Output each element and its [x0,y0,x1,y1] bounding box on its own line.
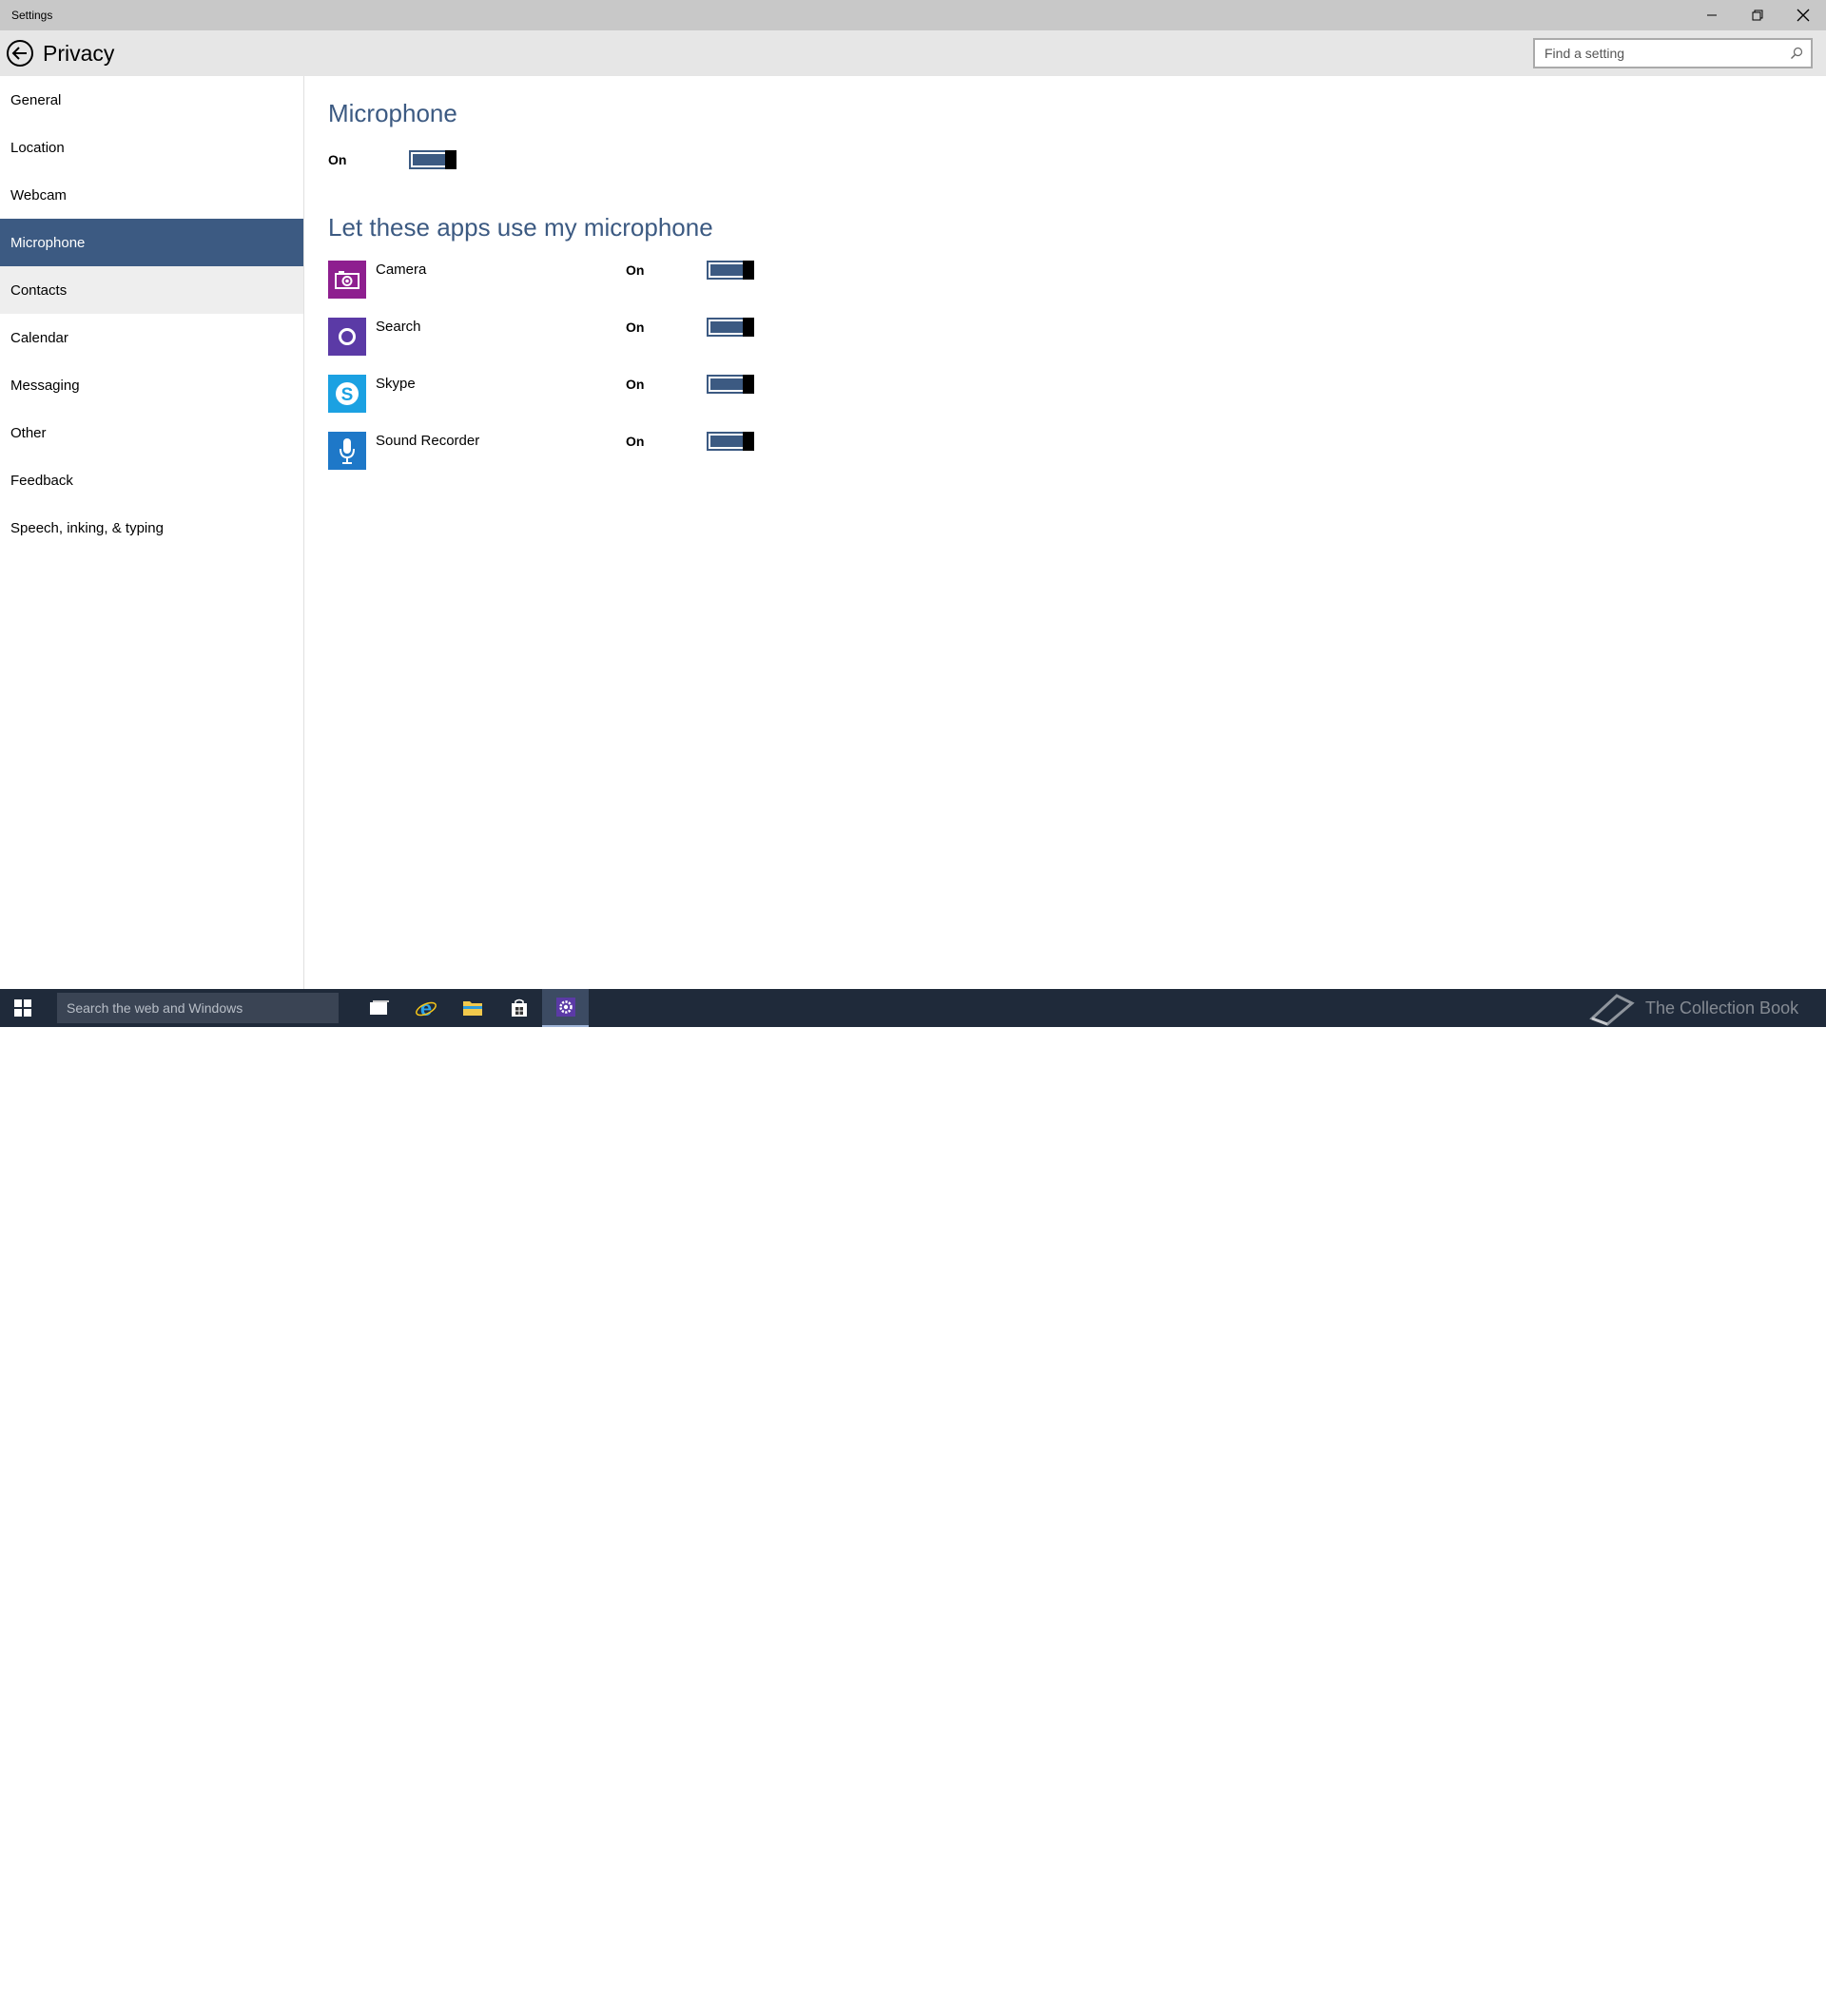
microphone-icon [340,438,355,464]
sidebar-item-other[interactable]: Other [0,409,303,456]
taskbar-search-box[interactable] [57,993,339,1023]
sidebar-item-general[interactable]: General [0,76,303,124]
camera-microphone-toggle[interactable] [707,261,754,280]
restore-icon [1752,10,1763,21]
app-name: Sound Recorder [376,433,480,449]
search-circle-icon [339,328,356,345]
minimize-button[interactable] [1689,0,1735,30]
app-row-camera: Camera On [328,261,785,299]
search-icon[interactable] [1790,47,1803,60]
svg-text:e: e [419,997,431,1019]
store-bag-icon [511,998,527,1017]
sidebar-item-feedback[interactable]: Feedback [0,456,303,504]
network-icon[interactable] [1696,1990,1711,2004]
section-title: Microphone [328,99,457,127]
taskbar-apps: e [356,989,589,1027]
app-toggle-state: On [626,320,645,335]
app-toggle-state: On [626,377,645,392]
microphone-toggle-state: On [328,152,347,167]
app-name: Camera [376,262,427,278]
taskbar-clock[interactable]: 8:57 AM 3/2/2015 [1777,1983,1818,2011]
sidebar-item-messaging[interactable]: Messaging [0,361,303,409]
search-microphone-toggle[interactable] [707,318,754,337]
apps-section-title: Let these apps use my microphone [328,213,713,242]
camera-icon [335,271,359,289]
settings-header: Privacy [0,30,1826,76]
svg-text:S: S [341,385,354,405]
app-row-search: Search On [328,318,785,356]
sidebar-item-calendar[interactable]: Calendar [0,314,303,361]
sound-recorder-app-icon [328,432,366,470]
action-center-icon[interactable] [1747,1990,1762,2004]
taskbar-internet-explorer[interactable]: e [402,989,449,1027]
book-icon [1589,994,1635,1026]
skype-app-icon: S [328,375,366,413]
close-icon [1797,9,1810,22]
clock-date: 3/2/2015 [1777,1998,1818,2009]
folder-icon [462,1001,482,1016]
app-row-skype: S Skype On [328,375,785,413]
windows-logo-icon [14,999,31,1017]
sound-recorder-microphone-toggle[interactable] [707,432,754,451]
window-controls [1689,0,1826,30]
sidebar-item-contacts[interactable]: Contacts [0,266,303,314]
app-toggle-state: On [626,434,645,449]
start-button[interactable] [0,989,46,1027]
privacy-sidebar: General Location Webcam Microphone Conta… [0,76,304,989]
taskbar-settings[interactable] [542,989,589,1027]
taskbar: e [0,989,1826,2009]
taskbar-store[interactable] [495,989,542,1027]
sidebar-item-location[interactable]: Location [0,124,303,171]
watermark: The Collection Book [1588,989,1798,1027]
window-title: Settings [11,9,53,22]
app-row-sound-recorder: Sound Recorder On [328,432,785,470]
page-title: Privacy [43,40,115,66]
app-toggle-state: On [626,262,645,278]
sidebar-item-webcam[interactable]: Webcam [0,171,303,219]
main-content: Microphone On Let these apps use my micr… [328,76,1812,989]
volume-icon[interactable] [1720,1990,1738,2004]
sidebar-item-microphone[interactable]: Microphone [0,219,303,266]
internet-explorer-icon: e [415,997,437,1019]
app-name: Skype [376,376,416,392]
find-setting-search-box[interactable] [1533,38,1813,68]
back-button[interactable] [5,38,35,68]
taskbar-task-view[interactable] [356,989,402,1027]
gear-icon [555,998,575,1017]
minimize-icon [1707,14,1717,16]
find-setting-input[interactable] [1543,45,1780,62]
camera-app-icon [328,261,366,299]
close-button[interactable] [1780,0,1826,30]
system-tray: 8:57 AM 3/2/2015 [1677,1978,1818,2016]
back-arrow-icon [7,40,33,67]
microphone-toggle-row: On [328,150,456,169]
restore-button[interactable] [1735,0,1780,30]
sidebar-item-speech-inking-typing[interactable]: Speech, inking, & typing [0,504,303,552]
skype-microphone-toggle[interactable] [707,375,754,394]
watermark-text: The Collection Book [1645,998,1799,1018]
clock-time: 8:57 AM [1779,1984,1818,1995]
taskbar-search-input[interactable] [65,999,331,1017]
task-view-icon [369,1000,389,1015]
chevron-up-icon[interactable] [1677,1992,1686,2002]
skype-icon: S [336,382,359,405]
search-app-icon [328,318,366,356]
app-name: Search [376,319,421,335]
title-bar: Settings [0,0,1826,30]
taskbar-file-explorer[interactable] [449,989,495,1027]
microphone-toggle[interactable] [409,150,456,169]
